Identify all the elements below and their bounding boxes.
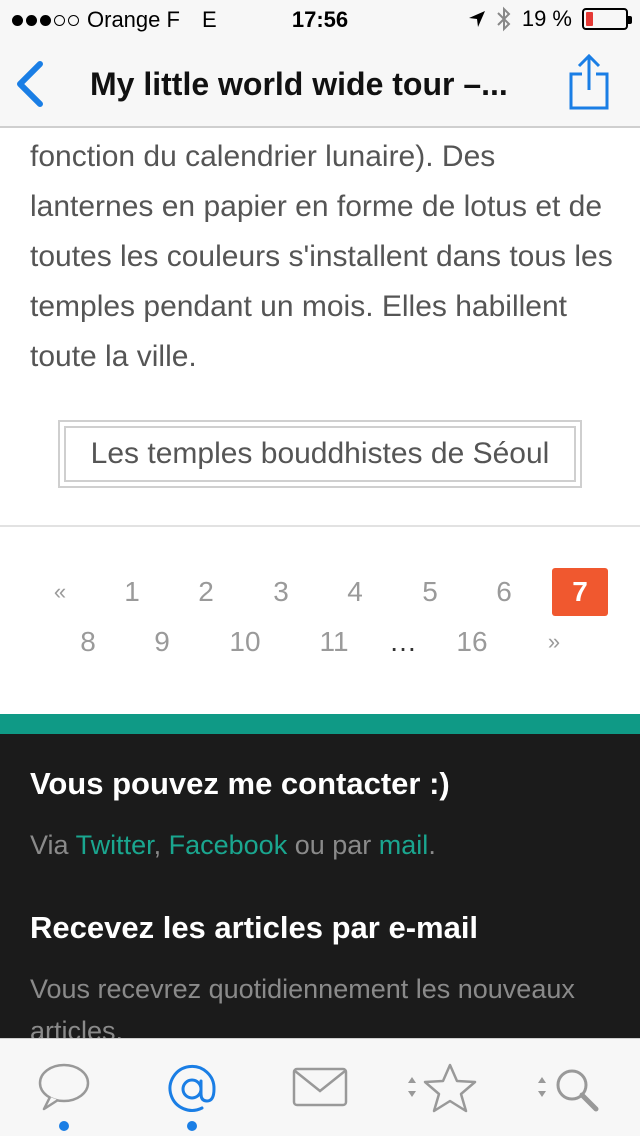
share-button[interactable]: [568, 52, 610, 112]
tab-indicator-dot: [59, 1121, 69, 1131]
article-paragraph: fonction du calendrier lunaire). Des lan…: [30, 140, 613, 373]
share-icon: [569, 53, 609, 110]
chevron-left-icon: [17, 61, 43, 107]
battery-icon: [582, 8, 632, 30]
contact-comma: ,: [153, 830, 162, 860]
contact-or-by: ou par: [294, 830, 372, 860]
page-link-8[interactable]: 8: [60, 618, 116, 666]
page-link-4[interactable]: 4: [327, 568, 383, 616]
page-title: My little world wide tour –...: [90, 66, 508, 102]
page-link-1[interactable]: 1: [104, 568, 160, 616]
tab-bar: [0, 1038, 640, 1136]
page-ellipsis: …: [389, 626, 417, 657]
page-link-10[interactable]: 10: [217, 618, 273, 666]
content-divider: [0, 525, 640, 527]
page-link-3[interactable]: 3: [253, 568, 309, 616]
subscribe-heading: Recevez les articles par e-mail: [30, 910, 479, 945]
page-current-7[interactable]: 7: [552, 568, 608, 616]
location-arrow-icon: [468, 11, 485, 27]
back-button[interactable]: [12, 58, 52, 110]
footer-accent-bar: [0, 714, 640, 734]
tab-search[interactable]: [512, 1039, 640, 1136]
navigation-bar: My little world wide tour –...: [0, 40, 640, 128]
envelope-icon: [292, 1067, 348, 1107]
page-link-9[interactable]: 9: [134, 618, 190, 666]
status-bar: Orange F E 17:56 19 %: [0, 0, 640, 40]
pagination-next[interactable]: »: [526, 618, 582, 666]
battery-percent: 19 %: [521, 6, 572, 31]
contact-text: Via Twitter, Facebook ou par mail.: [30, 824, 620, 866]
page-link-16[interactable]: 16: [444, 618, 500, 666]
tab-messages[interactable]: [256, 1039, 384, 1136]
battery-level: [586, 12, 594, 26]
tab-mentions[interactable]: [128, 1039, 256, 1136]
star-icon: [408, 1063, 477, 1113]
page-link-5[interactable]: 5: [402, 568, 458, 616]
facebook-link[interactable]: Facebook: [169, 830, 288, 860]
contact-prefix: Via: [30, 830, 69, 860]
at-sign-icon: [168, 1064, 216, 1112]
pagination-prev[interactable]: «: [32, 568, 88, 616]
page-link-2[interactable]: 2: [178, 568, 234, 616]
contact-period: .: [428, 830, 436, 860]
status-right: 19 %: [468, 6, 632, 32]
twitter-link[interactable]: Twitter: [76, 830, 154, 860]
page-link-6[interactable]: 6: [476, 568, 532, 616]
page-link-11[interactable]: 11: [306, 618, 362, 666]
mail-link[interactable]: mail: [379, 830, 429, 860]
speech-bubble-icon: [38, 1063, 90, 1111]
search-icon: [538, 1069, 599, 1112]
bluetooth-icon: [497, 6, 511, 32]
caption-link[interactable]: Les temples bouddhistes de Séoul: [64, 426, 576, 482]
tab-conversations[interactable]: [0, 1039, 128, 1136]
contact-heading: Vous pouvez me contacter :): [30, 766, 450, 801]
tab-indicator-dot: [187, 1121, 197, 1131]
caption-link-box[interactable]: Les temples bouddhistes de Séoul: [58, 420, 582, 488]
tab-favorites[interactable]: [384, 1039, 512, 1136]
